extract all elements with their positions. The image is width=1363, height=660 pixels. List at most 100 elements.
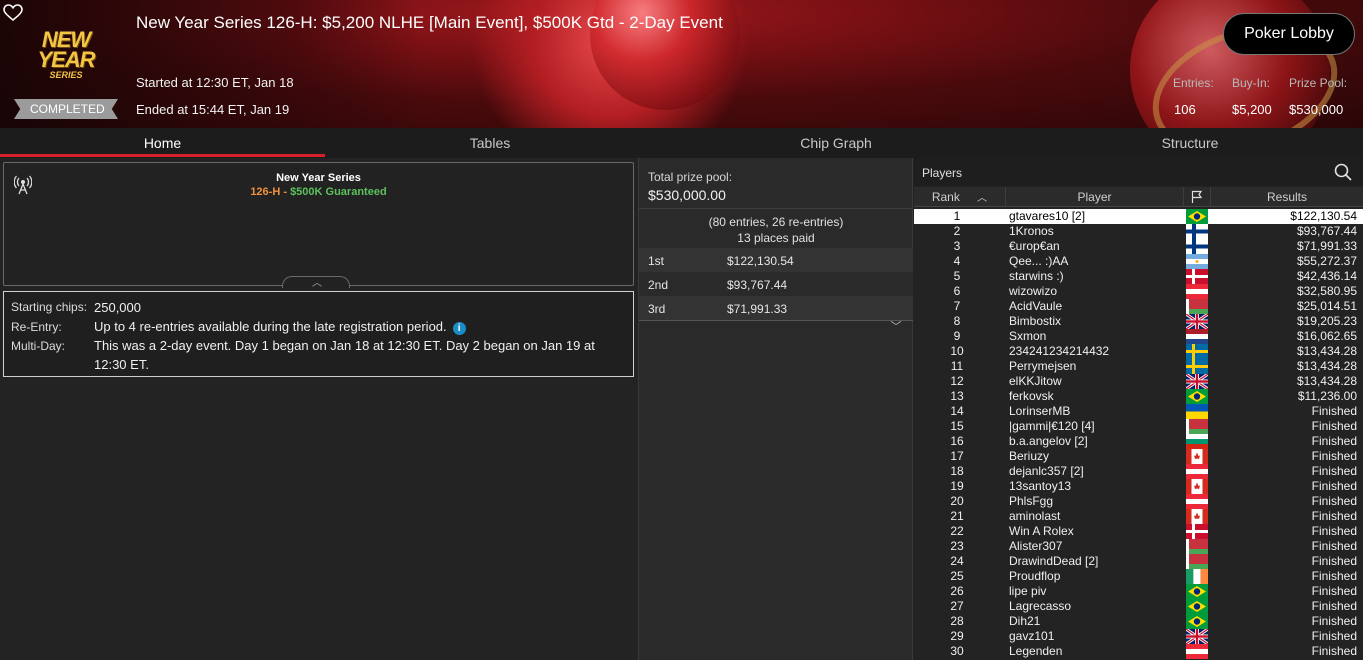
player-rank: 6: [953, 284, 961, 298]
player-result: $13,434.28: [1296, 359, 1357, 373]
player-rank: 9: [953, 329, 961, 343]
country-flag-icon: [1186, 374, 1208, 389]
prize-pool-label: Prize Pool:: [1289, 76, 1348, 90]
player-name: Qee... :)AA: [1009, 254, 1069, 268]
player-name: Alister307: [1009, 539, 1063, 553]
search-icon[interactable]: [1334, 163, 1352, 181]
payout-amount: $93,767.44: [727, 278, 788, 292]
player-result: Finished: [1311, 599, 1357, 613]
player-rank: 15: [950, 419, 964, 433]
player-result: Finished: [1311, 584, 1357, 598]
divider: [639, 320, 913, 321]
player-row[interactable]: 9 Sxmon $16,062.65: [914, 329, 1363, 344]
player-row[interactable]: 14 LorinserMB Finished: [914, 404, 1363, 419]
country-flag-icon: [1186, 404, 1208, 419]
player-row[interactable]: 27 Lagrecasso Finished: [914, 599, 1363, 614]
starting-chips-label: Starting chips:: [11, 300, 88, 314]
player-result: $19,205.23: [1296, 314, 1357, 328]
tab-tables[interactable]: Tables: [325, 128, 655, 158]
player-column-header[interactable]: Player: [1006, 187, 1184, 207]
card-separator: -: [280, 186, 291, 198]
player-row[interactable]: 24 DrawindDead [2] Finished: [914, 554, 1363, 569]
player-row[interactable]: 6 wizowizo $32,580.95: [914, 284, 1363, 299]
player-row[interactable]: 25 Proudflop Finished: [914, 569, 1363, 584]
country-flag-icon: [1186, 524, 1208, 539]
player-row[interactable]: 19 13santoy13 Finished: [914, 479, 1363, 494]
poker-lobby-button[interactable]: Poker Lobby: [1223, 13, 1355, 55]
multiday-value: This was a 2-day event. Day 1 began on J…: [94, 338, 595, 372]
country-flag-icon: [1186, 464, 1208, 479]
player-row[interactable]: 23 Alister307 Finished: [914, 539, 1363, 554]
player-row[interactable]: 7 AcidVaule $25,014.51: [914, 299, 1363, 314]
player-row[interactable]: 12 elKKJitow $13,434.28: [914, 374, 1363, 389]
player-rank: 29: [950, 629, 964, 643]
player-name: 234241234214432: [1009, 344, 1110, 358]
country-flag-icon: [1186, 269, 1208, 284]
status-badge: COMPLETED: [14, 99, 118, 119]
heart-icon[interactable]: [3, 4, 23, 22]
payout-place: 3rd: [648, 302, 666, 316]
player-rank: 21: [950, 509, 964, 523]
player-row[interactable]: 18 dejanlc357 [2] Finished: [914, 464, 1363, 479]
player-row[interactable]: 4 Qee... :)AA $55,272.37: [914, 254, 1363, 269]
player-row[interactable]: 22 Win A Rolex Finished: [914, 524, 1363, 539]
expand-payouts-chevron-down-icon[interactable]: ﹀: [886, 318, 906, 333]
player-name: starwins :): [1009, 269, 1064, 283]
player-result: Finished: [1311, 434, 1357, 448]
payout-place: 2nd: [648, 278, 669, 292]
player-row[interactable]: 28 Dih21 Finished: [914, 614, 1363, 629]
player-rank: 1: [953, 209, 961, 223]
country-column-header[interactable]: [1184, 187, 1211, 207]
player-row[interactable]: 8 Bimbostix $19,205.23: [914, 314, 1363, 329]
results-column-header[interactable]: Results: [1211, 187, 1363, 207]
player-result: Finished: [1311, 524, 1357, 538]
country-flag-icon: [1186, 644, 1208, 659]
player-rank: 12: [950, 374, 964, 388]
player-row[interactable]: 15 |gammi|€120 [4] Finished: [914, 419, 1363, 434]
player-rank: 2: [953, 224, 961, 238]
player-row[interactable]: 21 aminolast Finished: [914, 509, 1363, 524]
player-row[interactable]: 13 ferkovsk $11,236.00: [914, 389, 1363, 404]
player-rank: 7: [953, 299, 961, 313]
info-icon[interactable]: i: [452, 322, 466, 335]
player-row[interactable]: 26 lipe piv Finished: [914, 584, 1363, 599]
player-rank: 11: [950, 359, 964, 373]
collapse-card-button[interactable]: ︿: [282, 276, 350, 289]
player-rank: 10: [950, 344, 964, 358]
country-flag-icon: [1186, 509, 1208, 524]
player-name: |gammi|€120 [4]: [1009, 419, 1095, 433]
players-title: Players: [922, 166, 963, 180]
player-row[interactable]: 3 €urop€an $71,991.33: [914, 239, 1363, 254]
players-column-header: Rank ︿ Player Results: [914, 187, 1363, 207]
player-row[interactable]: 1 gtavares10 [2] $122,130.54: [914, 209, 1363, 224]
player-name: Legenden: [1009, 644, 1063, 658]
player-result: $25,014.51: [1296, 299, 1357, 313]
country-flag-icon: [1186, 284, 1208, 299]
player-row[interactable]: 10 234241234214432 $13,434.28: [914, 344, 1363, 359]
player-row[interactable]: 29 gavz101 Finished: [914, 629, 1363, 644]
multiday-label: Multi-Day:: [11, 339, 66, 353]
player-row[interactable]: 2 1Kronos $93,767.44: [914, 224, 1363, 239]
player-rank: 16: [950, 434, 964, 448]
player-row[interactable]: 16 b.a.angelov [2] Finished: [914, 434, 1363, 449]
player-result: $13,434.28: [1296, 344, 1357, 358]
tab-chip-graph[interactable]: Chip Graph: [655, 128, 1017, 158]
reentry-label: Re-Entry:: [11, 320, 62, 334]
player-rank: 27: [950, 599, 964, 613]
player-rank: 30: [950, 644, 964, 658]
player-row[interactable]: 30 Legenden Finished: [914, 644, 1363, 659]
player-row[interactable]: 5 starwins :) $42,436.14: [914, 269, 1363, 284]
buyin-value: $5,200: [1232, 102, 1272, 117]
player-result: $16,062.65: [1296, 329, 1357, 343]
country-flag-icon: [1186, 479, 1208, 494]
flag-icon: [1191, 190, 1203, 203]
player-row[interactable]: 17 Beriuzy Finished: [914, 449, 1363, 464]
tab-structure[interactable]: Structure: [1017, 128, 1363, 158]
player-name: Beriuzy: [1009, 449, 1050, 463]
country-flag-icon: [1186, 344, 1208, 359]
player-result: Finished: [1311, 494, 1357, 508]
player-row[interactable]: 11 Perrymejsen $13,434.28: [914, 359, 1363, 374]
rank-column-header[interactable]: Rank ︿: [914, 187, 1006, 207]
player-rank: 3: [953, 239, 961, 253]
player-row[interactable]: 20 PhlsFgg Finished: [914, 494, 1363, 509]
